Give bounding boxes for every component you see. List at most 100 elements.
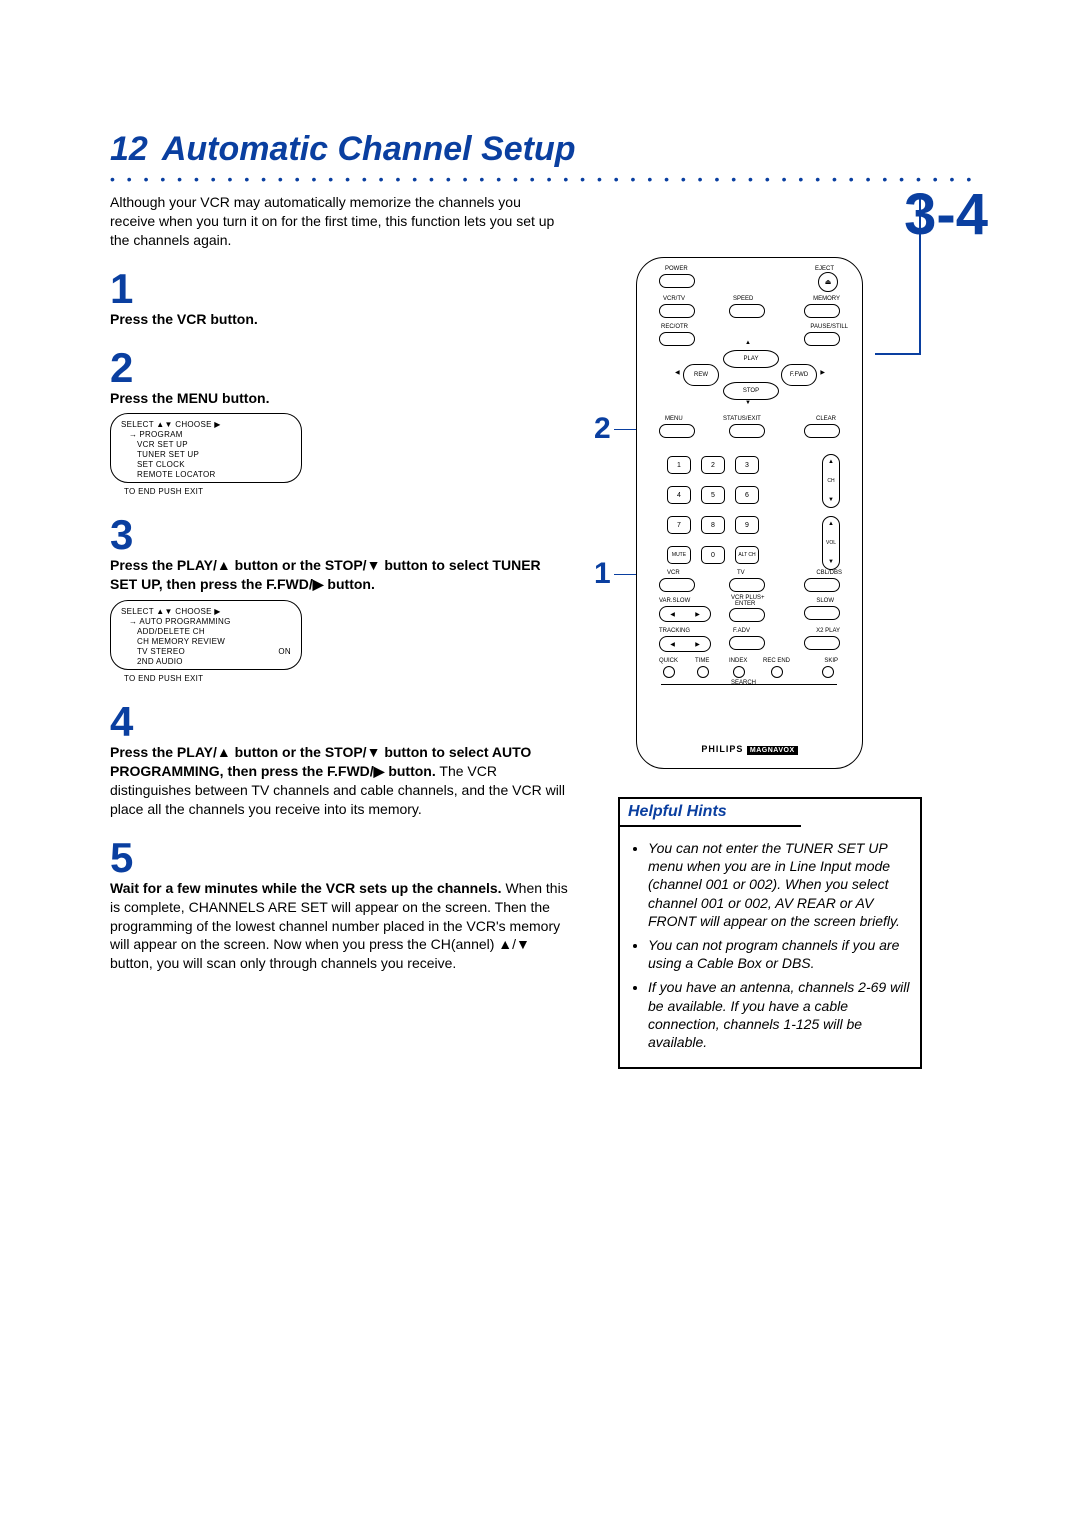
time-label: TIME xyxy=(695,658,709,664)
key-4[interactable]: 4 xyxy=(667,486,691,504)
key-9[interactable]: 9 xyxy=(735,516,759,534)
vol-rocker[interactable]: VOL xyxy=(822,516,840,570)
brand-row: PHILIPS MAGNAVOX xyxy=(637,744,862,754)
osd2-item: CH MEMORY REVIEW xyxy=(137,637,291,647)
stop-button[interactable]: STOP xyxy=(723,382,779,400)
ch-up-icon xyxy=(828,459,834,465)
osd1-item: PROGRAM xyxy=(125,430,291,440)
x2-button[interactable] xyxy=(804,636,840,650)
index-label: INDEX xyxy=(729,658,747,664)
left-icon xyxy=(675,369,680,376)
step-1-bold: Press the VCR button. xyxy=(110,311,258,327)
key-5[interactable]: 5 xyxy=(701,486,725,504)
power-button[interactable] xyxy=(659,274,695,288)
tracking-left-icon xyxy=(670,641,675,648)
eject-button[interactable]: ⏏ xyxy=(818,272,838,292)
hints-body: You can not enter the TUNER SET UP menu … xyxy=(620,827,920,1067)
time-button[interactable] xyxy=(697,666,709,678)
key-0[interactable]: 0 xyxy=(701,546,725,564)
skip-label: SKIP xyxy=(824,658,838,664)
corner-vline xyxy=(919,197,921,353)
enter-label: ENTER xyxy=(735,601,755,607)
step-4-number: 4 xyxy=(110,701,570,743)
quick-button[interactable] xyxy=(663,666,675,678)
cbldbs-label: CBL/DBS xyxy=(816,570,842,576)
key-2[interactable]: 2 xyxy=(701,456,725,474)
recend-label: REC END xyxy=(763,658,790,664)
key-8[interactable]: 8 xyxy=(701,516,725,534)
remote-diagram: 2 1 POWER EJECT ⏏ VCR/TV SPEED MEMORY xyxy=(636,257,863,769)
menu-label: MENU xyxy=(665,416,683,422)
osd-menu-1: SELECT ▲▼ CHOOSE ▶ PROGRAM VCR SET UP TU… xyxy=(110,413,302,483)
play-button[interactable]: PLAY xyxy=(723,350,779,368)
osd1-item: SET CLOCK xyxy=(137,460,291,470)
osd1-item: REMOTE LOCATOR xyxy=(137,470,291,480)
varslow-rocker[interactable] xyxy=(659,606,711,622)
osd-menu-2: SELECT ▲▼ CHOOSE ▶ AUTO PROGRAMMING ADD/… xyxy=(110,600,302,670)
brand-philips: PHILIPS xyxy=(701,744,743,754)
page-title: Automatic Channel Setup xyxy=(162,130,576,169)
varslow-right-icon xyxy=(695,611,700,618)
power-label: POWER xyxy=(665,266,688,272)
search-label: SEARCH xyxy=(731,680,756,686)
rew-label: REW xyxy=(694,372,708,378)
memory-button[interactable] xyxy=(804,304,840,318)
brand-magnavox: MAGNAVOX xyxy=(747,746,798,755)
osd2-header: SELECT ▲▼ CHOOSE ▶ xyxy=(121,607,291,617)
osd1-header: SELECT ▲▼ CHOOSE ▶ xyxy=(121,420,291,430)
vol-up-icon xyxy=(828,521,834,527)
slow-button[interactable] xyxy=(804,606,840,620)
intro-text: Although your VCR may automatically memo… xyxy=(110,193,560,250)
ffwd-button[interactable]: F.FWD xyxy=(781,364,817,386)
key-3[interactable]: 3 xyxy=(735,456,759,474)
fadv-button[interactable] xyxy=(729,636,765,650)
index-button[interactable] xyxy=(733,666,745,678)
vcr-button[interactable] xyxy=(659,578,695,592)
osd2-item: ADD/DELETE CH xyxy=(137,627,291,637)
menu-button[interactable] xyxy=(659,424,695,438)
speed-button[interactable] xyxy=(729,304,765,318)
key-1[interactable]: 1 xyxy=(667,456,691,474)
recotr-label: REC/OTR xyxy=(661,324,688,330)
down-icon xyxy=(745,400,751,406)
rew-button[interactable]: REW xyxy=(683,364,719,386)
title-row: 12 Automatic Channel Setup xyxy=(110,130,980,169)
vcrplus-button[interactable] xyxy=(729,608,765,622)
step-5-bold: Wait for a few minutes while the VCR set… xyxy=(110,880,502,896)
memory-label: MEMORY xyxy=(813,296,840,302)
manual-page: 12 Automatic Channel Setup • • • • • • •… xyxy=(0,0,1080,1149)
vcrtv-label: VCR/TV xyxy=(663,296,685,302)
vol-down-icon xyxy=(828,559,834,565)
osd2-item: TV STEREO xyxy=(137,647,185,657)
slow-label: SLOW xyxy=(816,598,834,604)
statusexit-button[interactable] xyxy=(729,424,765,438)
step-3-bold: Press the PLAY/▲ button or the STOP/▼ bu… xyxy=(110,557,541,592)
stop-label: STOP xyxy=(743,388,759,394)
clear-label: CLEAR xyxy=(816,416,836,422)
mute-button[interactable]: MUTE xyxy=(667,546,691,564)
skip-button[interactable] xyxy=(822,666,834,678)
vcrtv-button[interactable] xyxy=(659,304,695,318)
clear-button[interactable] xyxy=(804,424,840,438)
speed-label: SPEED xyxy=(733,296,753,302)
osd1-item: TUNER SET UP xyxy=(137,450,291,460)
recend-button[interactable] xyxy=(771,666,783,678)
remote-body: POWER EJECT ⏏ VCR/TV SPEED MEMORY REC/OT… xyxy=(636,257,863,769)
ffwd-label: F.FWD xyxy=(790,372,808,378)
step-2-bold: Press the MENU button. xyxy=(110,390,269,406)
vcr-label: VCR xyxy=(667,570,680,576)
dotted-rule: • • • • • • • • • • • • • • • • • • • • … xyxy=(110,171,980,187)
altch-button[interactable]: ALT CH xyxy=(735,546,759,564)
tracking-rocker[interactable] xyxy=(659,636,711,652)
varslow-label: VAR.SLOW xyxy=(659,598,690,604)
transport-cluster: PLAY REW F.FWD STOP xyxy=(687,336,813,416)
play-label: PLAY xyxy=(744,356,759,362)
callout-2: 2 xyxy=(594,412,611,446)
key-7[interactable]: 7 xyxy=(667,516,691,534)
cbldbs-button[interactable] xyxy=(804,578,840,592)
left-column: Although your VCR may automatically memo… xyxy=(110,187,570,1069)
ch-rocker[interactable]: CH xyxy=(822,454,840,508)
tv-button[interactable] xyxy=(729,578,765,592)
search-line xyxy=(661,684,837,685)
key-6[interactable]: 6 xyxy=(735,486,759,504)
